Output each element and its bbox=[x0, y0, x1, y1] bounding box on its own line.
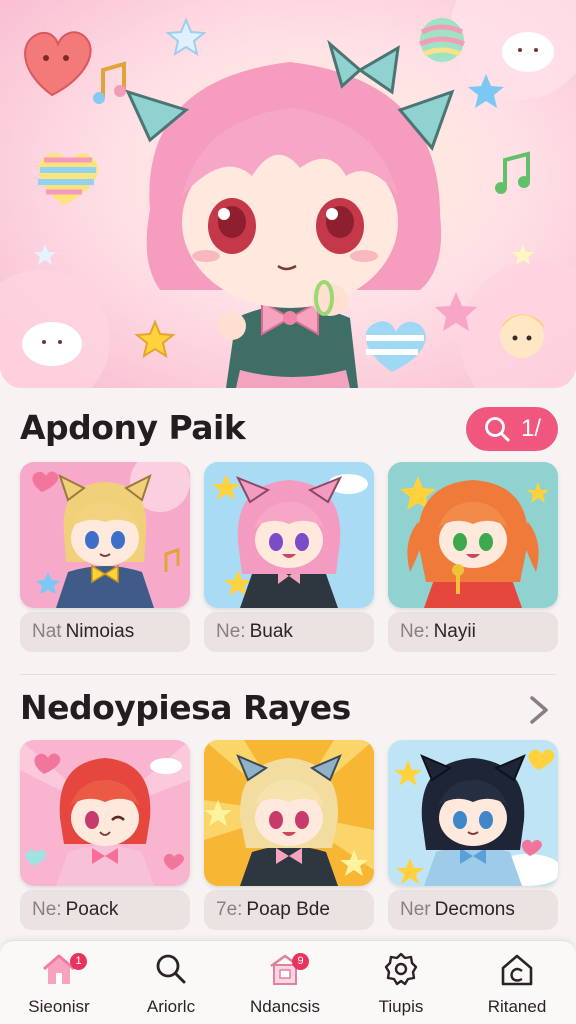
character-card[interactable]: Ne: Nayii bbox=[388, 462, 558, 652]
character-name-label: Ne: Poack bbox=[20, 890, 190, 930]
house-c-icon bbox=[501, 954, 533, 986]
search-icon bbox=[156, 954, 186, 984]
search-icon bbox=[485, 417, 510, 442]
character-name-label: Ne: Nayii bbox=[388, 612, 558, 652]
character-card[interactable]: Ner Decmons bbox=[388, 740, 558, 930]
section-divider bbox=[20, 674, 556, 675]
character-thumbnail bbox=[388, 740, 558, 886]
notification-badge: 9 bbox=[292, 953, 309, 970]
search-count-label: 1/ bbox=[520, 415, 541, 442]
character-name-label: Nat Nimoias bbox=[20, 612, 190, 652]
notification-badge: 1 bbox=[70, 953, 87, 970]
character-thumbnail bbox=[20, 740, 190, 886]
character-name-label: Ne: Buak bbox=[204, 612, 374, 652]
nav-item-settings[interactable]: Tiupis bbox=[346, 951, 456, 1021]
nav-item-search[interactable]: Ariorlc bbox=[116, 951, 226, 1021]
heart-icon bbox=[24, 31, 92, 97]
character-thumbnail bbox=[20, 462, 190, 608]
character-card[interactable]: Ne: Buak bbox=[204, 462, 374, 652]
bottom-navigation: 1 Sieonisr Ariorlc 9 Ndancsis Tiupis Rit… bbox=[0, 940, 576, 1024]
nav-item-home[interactable]: 1 Sieonisr bbox=[4, 951, 114, 1021]
nav-item-shop[interactable]: 9 Ndancsis bbox=[230, 951, 340, 1021]
hero-banner[interactable] bbox=[0, 0, 576, 388]
character-card[interactable]: Nat Nimoias bbox=[20, 462, 190, 652]
hero-illustration bbox=[0, 0, 576, 388]
character-thumbnail bbox=[388, 462, 558, 608]
character-name-label: Ner Decmons bbox=[388, 890, 558, 930]
search-count-button[interactable]: 1/ bbox=[466, 407, 558, 451]
candy-ball-icon bbox=[418, 18, 466, 62]
character-card[interactable]: Ne: Poack bbox=[20, 740, 190, 930]
striped-heart-right-icon bbox=[365, 321, 426, 372]
section-title-primary: Apdony Paik bbox=[20, 408, 246, 447]
character-thumbnail bbox=[204, 740, 374, 886]
character-card[interactable]: 7e: Poap Bde bbox=[204, 740, 374, 930]
chevron-right-icon bbox=[530, 696, 548, 724]
see-more-button[interactable] bbox=[522, 690, 556, 730]
striped-heart-icon bbox=[38, 153, 98, 205]
character-name-label: 7e: Poap Bde bbox=[204, 890, 374, 930]
character-thumbnail bbox=[204, 462, 374, 608]
nav-item-saved[interactable]: Ritaned bbox=[462, 951, 572, 1021]
settings-icon bbox=[384, 952, 418, 986]
section-title-secondary: Nedoypiesa Rayes bbox=[20, 688, 351, 727]
